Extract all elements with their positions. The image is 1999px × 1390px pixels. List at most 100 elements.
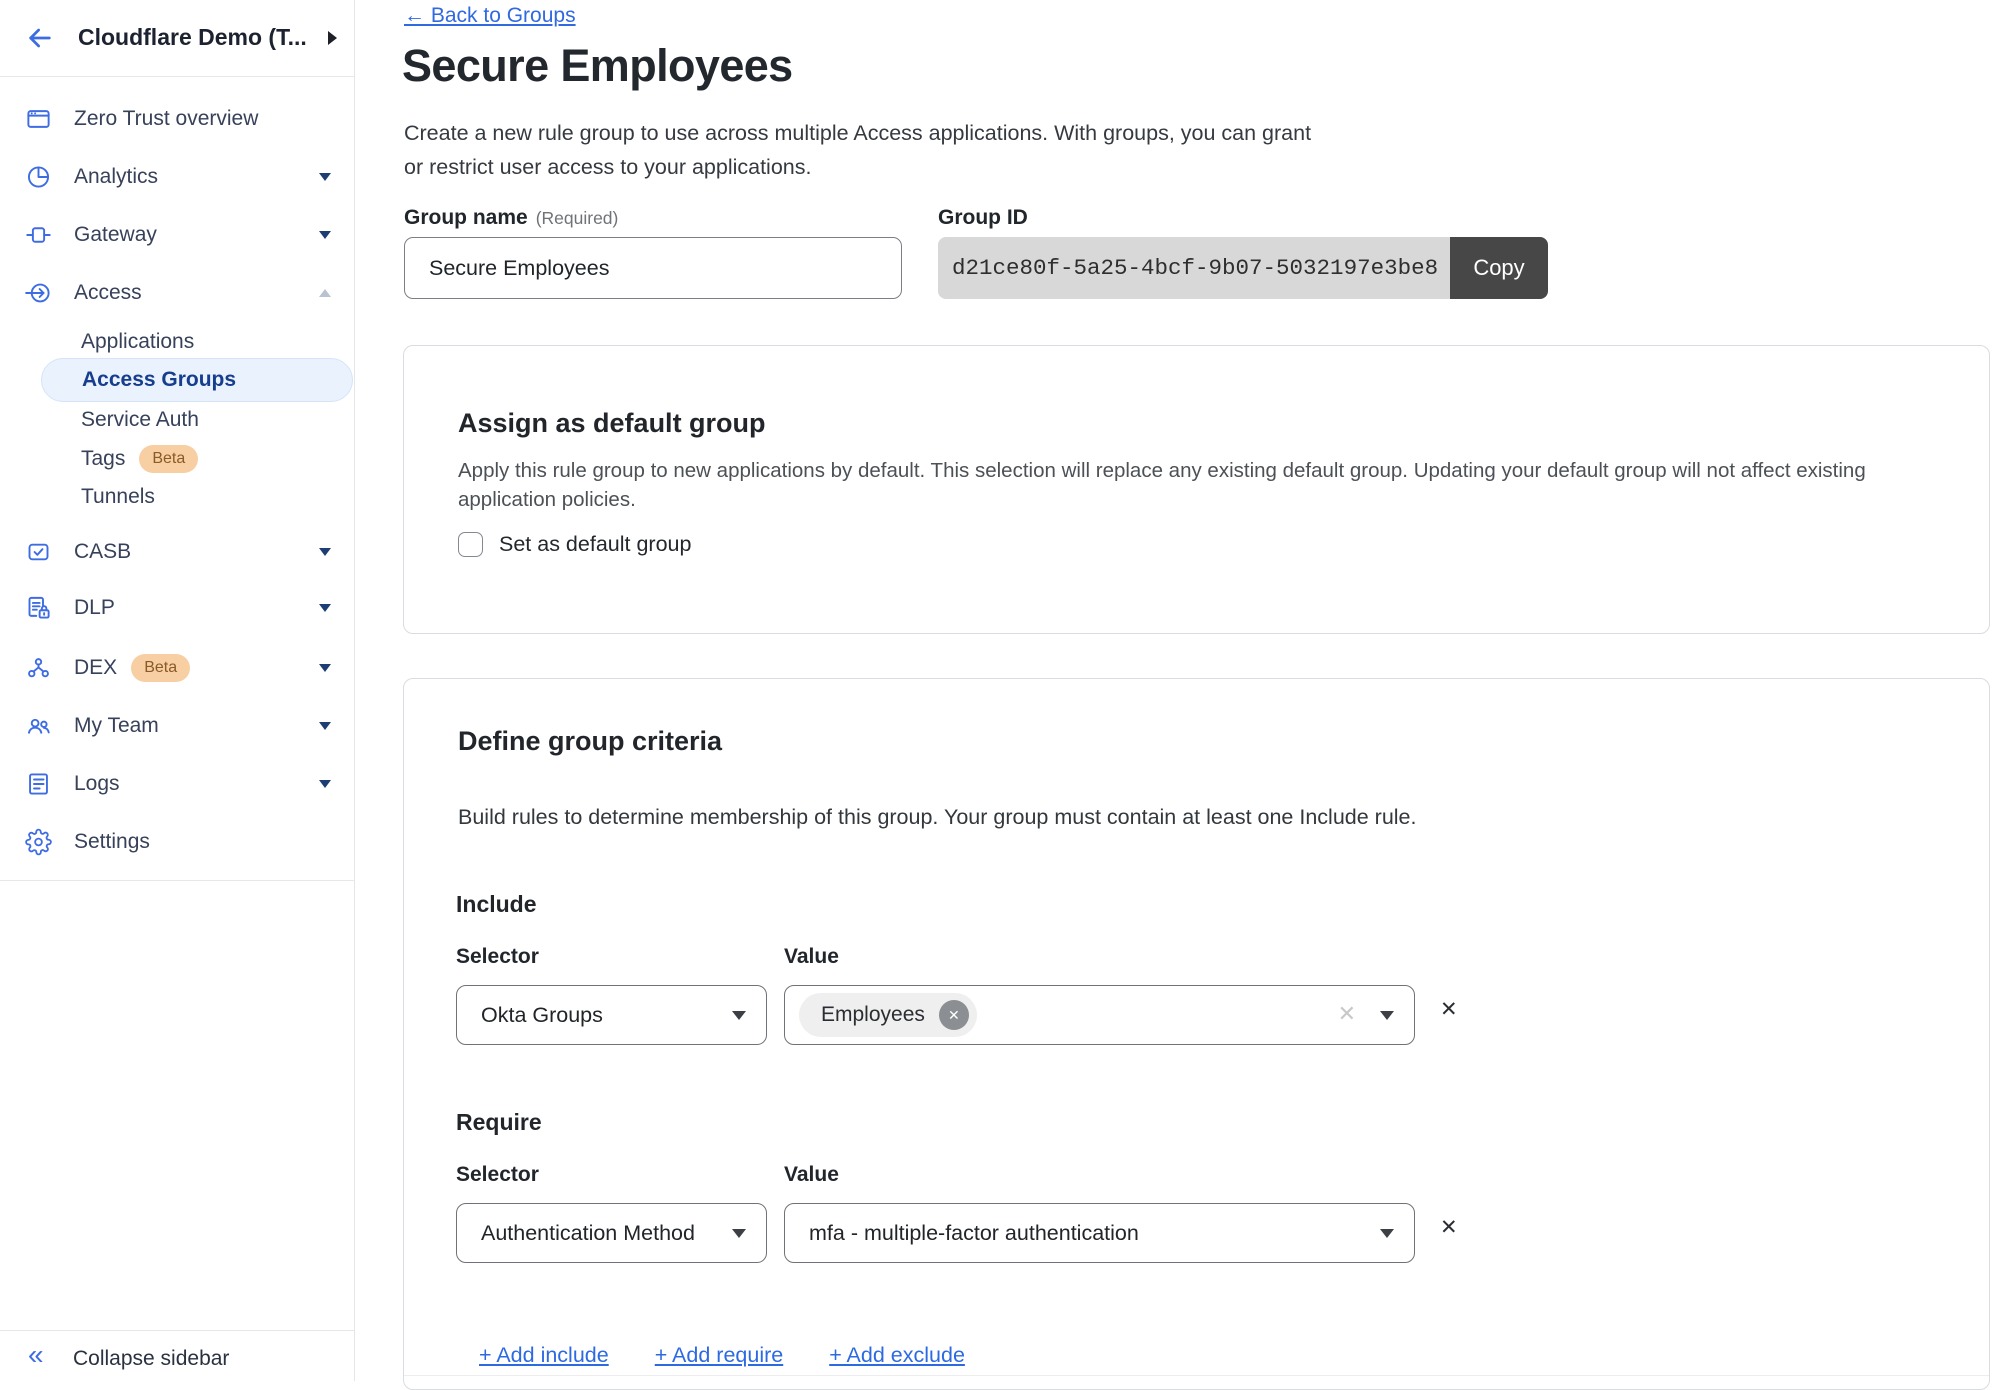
required-hint: (Required) xyxy=(536,208,619,228)
sidebar-item-settings[interactable]: Settings xyxy=(0,820,355,864)
access-icon xyxy=(25,280,52,307)
beta-badge: Beta xyxy=(131,654,190,682)
sidebar-item-casb[interactable]: CASB xyxy=(0,530,355,574)
window-icon xyxy=(25,106,52,133)
define-group-criteria-card: Define group criteria Build rules to det… xyxy=(403,678,1990,1390)
include-selector-dropdown[interactable]: Okta Groups xyxy=(456,985,767,1045)
casb-icon xyxy=(25,539,52,566)
card-body: Apply this rule group to new application… xyxy=(458,456,1866,514)
dex-icon xyxy=(25,655,52,682)
sidebar-item-analytics[interactable]: Analytics xyxy=(0,155,355,199)
chevron-down-icon xyxy=(319,604,331,612)
group-name-label: Group name (Required) xyxy=(404,206,618,230)
account-title[interactable]: Cloudflare Demo (T... xyxy=(78,24,307,51)
add-exclude-link[interactable]: + Add exclude xyxy=(829,1343,965,1368)
chevron-down-icon xyxy=(319,722,331,730)
chevron-down-icon xyxy=(1380,1011,1394,1020)
sidebar-item-label: Zero Trust overview xyxy=(74,107,258,131)
sidebar-item-label: Applications xyxy=(81,330,194,354)
gear-icon xyxy=(25,829,52,856)
chevron-down-icon xyxy=(319,548,331,556)
sidebar-item-label: CASB xyxy=(74,540,131,564)
chevron-down-icon xyxy=(319,780,331,788)
require-selector-value: Authentication Method xyxy=(481,1221,695,1246)
sidebar-item-my-team[interactable]: My Team xyxy=(0,704,355,748)
logs-icon xyxy=(25,771,52,798)
sidebar-item-label: Service Auth xyxy=(81,408,199,432)
sidebar-item-zero-trust-overview[interactable]: Zero Trust overview xyxy=(0,97,355,141)
group-name-label-text: Group name xyxy=(404,206,528,229)
group-name-input[interactable] xyxy=(404,237,902,299)
card-bottom-divider xyxy=(404,1375,1989,1376)
value-tag: Employees ✕ xyxy=(799,993,977,1037)
sidebar-item-label: Tunnels xyxy=(81,485,155,509)
sidebar-item-label: Analytics xyxy=(74,165,158,189)
tag-remove-icon[interactable]: ✕ xyxy=(939,1000,969,1030)
beta-badge: Beta xyxy=(139,445,198,473)
group-id-label: Group ID xyxy=(938,206,1028,230)
back-to-groups-link[interactable]: ← Back to Groups xyxy=(404,4,576,28)
sidebar-item-logs[interactable]: Logs xyxy=(0,762,355,806)
back-arrow-icon[interactable] xyxy=(24,22,56,54)
sidebar-item-tunnels[interactable]: Tunnels xyxy=(0,477,355,517)
include-selector-value: Okta Groups xyxy=(481,1003,603,1028)
sidebar-item-label: Logs xyxy=(74,772,120,796)
include-selector-label: Selector xyxy=(456,945,539,969)
dlp-icon xyxy=(25,595,52,622)
collapse-sidebar-label: Collapse sidebar xyxy=(73,1347,229,1371)
chevron-up-icon xyxy=(319,289,331,297)
copy-button[interactable]: Copy xyxy=(1450,237,1548,299)
team-icon xyxy=(25,713,52,740)
sidebar-item-dlp[interactable]: DLP xyxy=(0,586,355,630)
sidebar-header: Cloudflare Demo (T... xyxy=(0,0,354,77)
require-selector-dropdown[interactable]: Authentication Method xyxy=(456,1203,767,1263)
page-description-line1: Create a new rule group to use across mu… xyxy=(404,121,1311,145)
add-include-link[interactable]: + Add include xyxy=(479,1343,609,1368)
remove-include-rule-icon[interactable]: ✕ xyxy=(1440,997,1458,1022)
group-id-value: d21ce80f-5a25-4bcf-9b07-5032197e3be8 xyxy=(938,237,1450,299)
account-expander-icon[interactable] xyxy=(328,31,337,45)
main-content: ← Back to Groups Secure Employees Create… xyxy=(355,0,1999,1381)
include-value-multiselect[interactable]: Employees ✕ ✕ xyxy=(784,985,1415,1045)
cloudflare-zero-trust-page: { "colors": { "accent_blue": "#3e6ce2", … xyxy=(0,0,1999,1381)
page-description: Create a new rule group to use across mu… xyxy=(404,116,1311,184)
chevron-down-icon xyxy=(732,1011,746,1020)
chevron-down-icon xyxy=(732,1229,746,1238)
collapse-sidebar-button[interactable]: « Collapse sidebar xyxy=(0,1330,355,1381)
card-heading: Assign as default group xyxy=(458,408,766,439)
sidebar-item-tags[interactable]: Tags Beta xyxy=(0,439,355,479)
checkbox[interactable] xyxy=(458,532,483,557)
sidebar-item-access-groups[interactable]: Access Groups xyxy=(41,358,353,402)
require-value-dropdown[interactable]: mfa - multiple-factor authentication xyxy=(784,1203,1415,1263)
sidebar-item-label: Access Groups xyxy=(82,368,236,392)
sidebar-item-dex[interactable]: DEX Beta xyxy=(0,646,355,690)
page-title: Secure Employees xyxy=(402,40,793,92)
clear-values-icon[interactable]: ✕ xyxy=(1338,1001,1356,1027)
sidebar-item-label: Tags xyxy=(81,447,125,471)
assign-default-group-card: Assign as default group Apply this rule … xyxy=(403,345,1990,634)
gateway-icon xyxy=(25,222,52,249)
set-default-group-checkbox-row[interactable]: Set as default group xyxy=(458,532,691,557)
sidebar-item-label: DEX xyxy=(74,656,117,680)
sidebar-item-label: Settings xyxy=(74,830,150,854)
remove-require-rule-icon[interactable]: ✕ xyxy=(1440,1215,1458,1240)
sidebar-item-label: Gateway xyxy=(74,223,157,247)
sidebar-item-label: Access xyxy=(74,281,142,305)
card-body: Build rules to determine membership of t… xyxy=(458,805,1417,830)
chevron-down-icon xyxy=(319,664,331,672)
value-tag-label: Employees xyxy=(821,1003,925,1027)
sidebar-item-access[interactable]: Access xyxy=(0,271,355,315)
sidebar-item-gateway[interactable]: Gateway xyxy=(0,213,355,257)
sidebar-item-applications[interactable]: Applications xyxy=(0,322,355,362)
require-value-text: mfa - multiple-factor authentication xyxy=(809,1221,1139,1246)
chevron-down-icon xyxy=(1380,1229,1394,1238)
add-require-link[interactable]: + Add require xyxy=(655,1343,784,1368)
sidebar-item-label: My Team xyxy=(74,714,159,738)
sidebar-item-service-auth[interactable]: Service Auth xyxy=(0,400,355,440)
card-heading: Define group criteria xyxy=(458,726,722,757)
include-value-label: Value xyxy=(784,945,839,969)
collapse-chevrons-icon: « xyxy=(28,1339,44,1371)
page-description-line2: or restrict user access to your applicat… xyxy=(404,155,811,179)
checkbox-label: Set as default group xyxy=(499,532,691,557)
card-body-line1: Apply this rule group to new application… xyxy=(458,459,1866,482)
